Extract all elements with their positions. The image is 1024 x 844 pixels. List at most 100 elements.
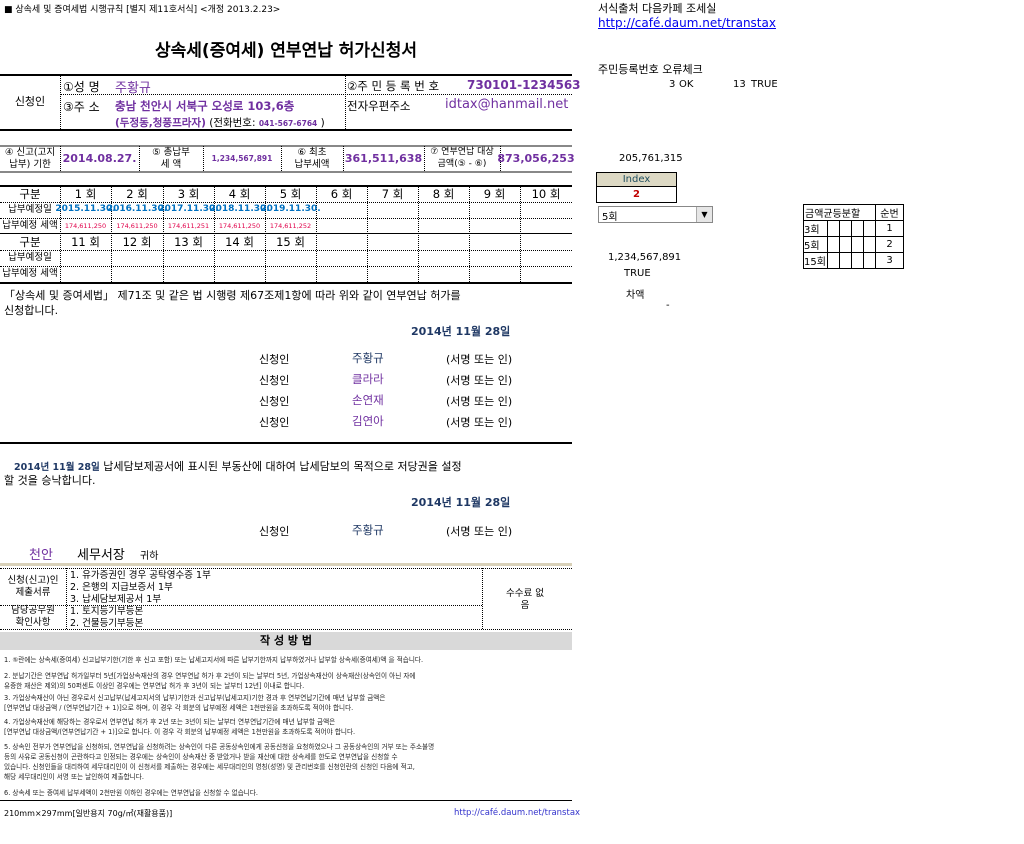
first-tax-value[interactable]: 361,511,638 bbox=[343, 146, 424, 171]
order-header: 순번 bbox=[875, 204, 904, 221]
consent-signer-label: 신청인 bbox=[259, 525, 290, 538]
schedule-due-amount-cell[interactable] bbox=[316, 266, 367, 282]
phone-value[interactable]: 041-567-6764 bbox=[259, 119, 317, 128]
schedule-due-date-cell[interactable] bbox=[163, 250, 214, 266]
signer-name[interactable]: 손연재 bbox=[352, 392, 384, 408]
rrn-value[interactable]: 730101-1234563 bbox=[467, 78, 581, 92]
footer-link[interactable]: http://café.daum.net/transtax bbox=[454, 808, 580, 818]
consent-date[interactable]: 2014년 11월 28일 bbox=[411, 494, 510, 510]
schedule-due-amount-cell[interactable] bbox=[469, 218, 520, 234]
schedule-due-date-cell[interactable]: 2017.11.30. bbox=[158, 202, 218, 218]
schedule-round-header-cell: 10 회 bbox=[531, 186, 561, 201]
form-reference: ■ 상속세 및 증여세법 시행규칙 [별지 제11호서식] <개정 2013.2… bbox=[4, 5, 281, 15]
deadline-value[interactable]: 2014.08.27. bbox=[60, 146, 139, 171]
consent-line2: 할 것을 승낙합니다. bbox=[4, 474, 96, 487]
schedule-due-date-cell[interactable] bbox=[367, 250, 418, 266]
schedule-due-amount-cell[interactable]: 174,611,250 bbox=[111, 218, 163, 234]
schedule-due-amount-cell[interactable] bbox=[265, 266, 316, 282]
signer-name[interactable]: 주황규 bbox=[352, 350, 384, 366]
deadline-label: ④ 신고(고지 납부) 기한 bbox=[4, 146, 56, 170]
schedule-due-amount-cell[interactable] bbox=[520, 218, 572, 234]
rrn-check-true: TRUE bbox=[751, 79, 778, 90]
schedule-due-date-cell[interactable] bbox=[418, 250, 469, 266]
signer-name[interactable]: 클라라 bbox=[352, 371, 384, 387]
split-row-label: 3회 bbox=[803, 220, 828, 237]
consent-signer-name[interactable]: 주황규 bbox=[352, 522, 384, 538]
schedule-due-date-cell[interactable] bbox=[111, 250, 163, 266]
total-tax-label: ⑤ 총납부 세 액 bbox=[152, 146, 190, 170]
signer-sign-placeholder: (서명 또는 인) bbox=[446, 353, 513, 366]
schedule-due-amount-cell[interactable] bbox=[111, 266, 163, 282]
signer-name[interactable]: 김연아 bbox=[352, 413, 384, 429]
schedule-due-date-cell[interactable] bbox=[367, 202, 418, 218]
schedule-due-date-cell[interactable] bbox=[469, 202, 520, 218]
schedule-round-header-cell: 9 회 bbox=[483, 186, 506, 201]
schedule-due-amount-cell[interactable] bbox=[214, 266, 265, 282]
submit-docs-label: 신청(신고)인 제출서류 bbox=[7, 574, 59, 598]
schedule-due-date-cell[interactable]: 2015.11.30. bbox=[55, 202, 115, 218]
page-title: 상속세(증여세) 연부연납 허가신청서 bbox=[155, 41, 417, 61]
instruction-line: 3. 가업상속재산이 아닌 경우로서 신고납부(납세고지서의 납부)기한과 신고… bbox=[4, 694, 386, 702]
declaration-line2: 신청합니다. bbox=[4, 304, 59, 317]
schedule-due-date-cell[interactable] bbox=[520, 250, 572, 266]
instruction-line: 2. 분납기간은 연부연납 허가일부터 5년[가업상속재산의 경우 연부연납 허… bbox=[4, 672, 416, 680]
applicant-name[interactable]: 주황규 bbox=[115, 77, 151, 96]
name-label: ①성 명 bbox=[63, 80, 100, 94]
schedule-due-date-cell[interactable] bbox=[316, 202, 367, 218]
schedule-due-amount-cell[interactable] bbox=[520, 266, 572, 282]
schedule-due-date-cell[interactable] bbox=[520, 202, 572, 218]
chevron-down-icon[interactable]: ▼ bbox=[696, 207, 712, 222]
schedule-row-label: 구분 bbox=[19, 186, 41, 201]
schedule-row-label: 납부예정일 bbox=[8, 252, 52, 264]
schedule-due-amount-cell[interactable] bbox=[469, 266, 520, 282]
rounds-dropdown[interactable]: 5회 ▼ bbox=[598, 206, 713, 223]
schedule-due-date-cell[interactable] bbox=[214, 250, 265, 266]
schedule-round-header-cell: 2 회 bbox=[126, 186, 148, 201]
email-value[interactable]: idtax@hanmail.net bbox=[445, 97, 568, 112]
schedule-due-date-cell[interactable]: 2018.11.30. bbox=[209, 202, 269, 218]
schedule-due-amount-cell[interactable] bbox=[316, 218, 367, 234]
email-label: 전자우편주소 bbox=[347, 99, 411, 113]
schedule-due-date-cell[interactable]: 2016.11.30. bbox=[107, 202, 167, 218]
signer-label: 신청인 bbox=[259, 395, 290, 408]
address-line1[interactable]: 충남 천안시 서북구 오성로 103,6층 bbox=[115, 98, 294, 114]
schedule-due-amount-cell[interactable] bbox=[367, 218, 418, 234]
tax-office-city[interactable]: 천안 bbox=[29, 544, 53, 563]
address-line2[interactable]: (두정동,청풍프라자) bbox=[115, 117, 206, 129]
schedule-due-amount-cell[interactable] bbox=[60, 266, 111, 282]
split-row-label: 5회 bbox=[803, 236, 828, 253]
schedule-due-amount-cell[interactable]: 174,611,250 bbox=[214, 218, 265, 234]
schedule-due-amount-cell[interactable]: 174,611,251 bbox=[163, 218, 214, 234]
instruction-line: [연부연납 대상금액/(연부연납기간 + 1)]으로 합니다. 이 경우 각 회… bbox=[4, 728, 356, 736]
side-value-1: 205,761,315 bbox=[619, 153, 683, 164]
schedule-due-amount-cell[interactable] bbox=[367, 266, 418, 282]
schedule-row-label: 납부예정 세액 bbox=[2, 268, 58, 280]
index-header: Index bbox=[597, 173, 676, 187]
schedule-due-date-cell[interactable] bbox=[60, 250, 111, 266]
tax-office-title: 세무서장 bbox=[77, 548, 125, 563]
signer-label: 신청인 bbox=[259, 374, 290, 387]
check-doc-item: 2. 건물등기부등본 bbox=[70, 618, 144, 629]
total-tax-value[interactable]: 1,234,567,891 bbox=[203, 146, 281, 171]
rrn-check-num2: 13 bbox=[733, 79, 746, 90]
dropdown-value: 5회 bbox=[602, 212, 618, 223]
schedule-due-date-cell[interactable]: 2019.11.30. bbox=[260, 202, 320, 218]
schedule-due-amount-cell[interactable]: 174,611,250 bbox=[60, 218, 111, 234]
schedule-due-amount-cell[interactable] bbox=[418, 218, 469, 234]
schedule-due-date-cell[interactable] bbox=[418, 202, 469, 218]
schedule-due-amount-cell[interactable] bbox=[418, 266, 469, 282]
schedule-round-header-cell: 8 회 bbox=[432, 186, 455, 201]
schedule-due-date-cell[interactable] bbox=[265, 250, 316, 266]
index-value[interactable]: 2 bbox=[597, 187, 676, 202]
schedule-due-date-cell[interactable] bbox=[469, 250, 520, 266]
schedule-round-header-cell: 7 회 bbox=[381, 186, 404, 201]
signer-label: 신청인 bbox=[259, 416, 290, 429]
schedule-round-header-cell: 14 회 bbox=[225, 234, 254, 249]
source-link[interactable]: http://café.daum.net/transtax bbox=[598, 16, 776, 30]
installment-target-value[interactable]: 873,056,253 bbox=[497, 146, 574, 171]
schedule-due-amount-cell[interactable]: 174,611,252 bbox=[265, 218, 316, 234]
schedule-due-amount-cell[interactable] bbox=[163, 266, 214, 282]
schedule-round-header-cell: 4 회 bbox=[228, 186, 251, 201]
schedule-due-date-cell[interactable] bbox=[316, 250, 367, 266]
declaration-date[interactable]: 2014년 11월 28일 bbox=[411, 323, 510, 339]
